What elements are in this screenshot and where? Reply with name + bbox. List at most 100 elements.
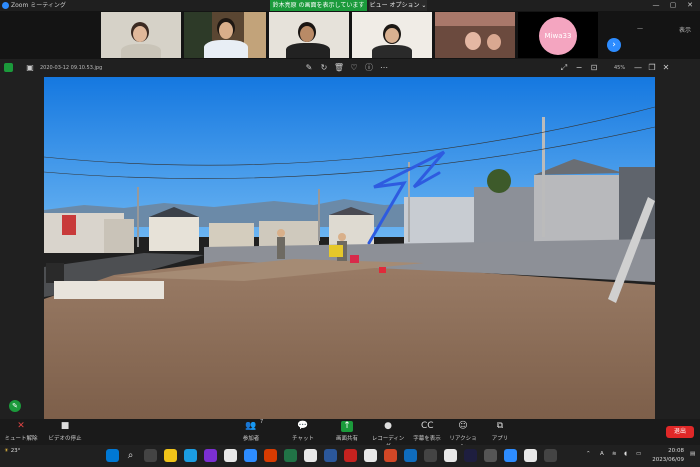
outlook-icon[interactable]	[404, 449, 417, 462]
close-viewer-icon[interactable]: ✕	[660, 62, 672, 74]
app-icon[interactable]	[484, 449, 497, 462]
chevron-right-icon[interactable]: ›	[607, 38, 621, 52]
view-options-label: ビュー オプション	[369, 2, 420, 9]
unmute-label: ミュート解除	[4, 436, 38, 442]
search-icon[interactable]: ⌕	[124, 449, 137, 462]
chrome-icon[interactable]	[364, 449, 377, 462]
speaker-icon[interactable]: ◖	[624, 451, 627, 457]
chat-icon: 💬	[297, 421, 309, 431]
weather-widget[interactable]: ☀ 23°	[4, 448, 20, 454]
weather-temp: 23°	[10, 448, 21, 454]
zoom-app-icon	[2, 2, 9, 9]
word-icon[interactable]	[324, 449, 337, 462]
view-mode-label[interactable]: 表示	[679, 25, 691, 34]
minimize-gallery-icon[interactable]: —	[637, 25, 643, 32]
captions-icon: CC	[421, 421, 434, 431]
rotate-icon[interactable]: ↻	[318, 62, 330, 74]
share-screen-icon: ↑	[341, 421, 353, 432]
video-tile[interactable]	[101, 12, 181, 58]
file-name: 2020-03-12 09.10.53.jpg	[40, 65, 103, 71]
shield-icon	[4, 63, 13, 72]
fullscreen-icon[interactable]: ⤢	[558, 62, 570, 74]
task-view-icon[interactable]	[144, 449, 157, 462]
clock-date[interactable]: 2023/06/09	[648, 457, 684, 463]
leave-button[interactable]: 退出	[666, 426, 694, 438]
chrome-icon[interactable]	[444, 449, 457, 462]
stop-video-label: ビデオの停止	[48, 436, 82, 442]
video-tile[interactable]	[435, 12, 515, 58]
app-icon[interactable]	[424, 449, 437, 462]
participants-label: 参加者	[242, 436, 260, 442]
captions-label: 字幕を表示	[413, 436, 441, 442]
notification-icon[interactable]: ▤	[690, 451, 695, 457]
wifi-icon[interactable]: ≋	[612, 451, 617, 457]
edge-icon[interactable]	[184, 449, 197, 462]
battery-icon[interactable]: ▭	[636, 451, 641, 457]
sun-icon: ☀	[4, 448, 9, 454]
delete-icon[interactable]: 🗑	[333, 62, 345, 74]
apps-label: アプリ	[491, 436, 509, 442]
minimize-button[interactable]: —	[648, 0, 664, 11]
clock-time[interactable]: 20:08	[652, 448, 684, 454]
apps-button[interactable]: ⧉ アプリ	[487, 421, 513, 442]
view-options-button[interactable]: ビュー オプション ⌄	[369, 0, 427, 11]
shared-photo	[44, 77, 655, 419]
app-icon[interactable]	[344, 449, 357, 462]
file-explorer-icon[interactable]	[164, 449, 177, 462]
minimize-viewer-icon[interactable]: —	[632, 62, 644, 74]
stop-video-button[interactable]: ■ ビデオの停止	[44, 421, 86, 442]
edit-icon[interactable]: ✎	[303, 62, 315, 74]
restore-viewer-icon[interactable]: ❐	[646, 62, 658, 74]
participants-icon: 👥	[245, 421, 257, 431]
share-screen-label: 画面共有	[335, 436, 358, 442]
zoom-out-icon[interactable]: −	[573, 62, 585, 74]
participant-name: Miwa33	[539, 17, 577, 55]
chrome-icon[interactable]	[224, 449, 237, 462]
app-icon[interactable]	[464, 449, 477, 462]
video-tile[interactable]	[352, 12, 432, 58]
video-gallery: Miwa33 › — 表示	[0, 11, 700, 59]
video-tile[interactable]	[184, 12, 266, 58]
share-screen-button[interactable]: ↑ 画面共有	[332, 421, 362, 442]
chrome-icon[interactable]	[304, 449, 317, 462]
more-icon[interactable]: ⋯	[378, 62, 390, 74]
chat-button[interactable]: 💬 チャット	[286, 421, 320, 442]
captions-button[interactable]: CC 字幕を表示	[410, 421, 444, 442]
video-camera-icon: ■	[60, 421, 70, 431]
participants-button[interactable]: 👥 参加者	[233, 421, 269, 442]
language-indicator[interactable]: A	[600, 451, 604, 457]
chat-label: チャット	[292, 436, 314, 442]
powerpoint-icon[interactable]	[384, 449, 397, 462]
favorite-icon[interactable]: ♡	[348, 62, 360, 74]
record-icon: ●	[384, 421, 392, 431]
windows-taskbar: ☀ 23° ⌕ ⌃ A ≋ ◖ ▭ 20:08 2023/06/09 ▤	[0, 445, 700, 467]
info-icon[interactable]: ⓘ	[363, 62, 375, 74]
meeting-controls: ✕ ミュート解除 ■ ビデオの停止 👥 参加者 7 💬 チャット ↑ 画面共有 ● レコーデ…	[0, 419, 700, 450]
zoom-taskbar-icon[interactable]	[504, 449, 517, 462]
chrome-icon[interactable]	[524, 449, 537, 462]
office-icon[interactable]	[264, 449, 277, 462]
gallery-controls[interactable]: — 表示	[637, 25, 697, 35]
name-tile[interactable]: Miwa33	[518, 12, 598, 58]
gallery-icon[interactable]: ▣	[24, 62, 36, 74]
annotate-pen-icon[interactable]: ✎	[9, 400, 21, 412]
participants-count: 7	[260, 419, 264, 425]
chevron-up-icon[interactable]: ⌃	[586, 451, 591, 457]
apps-icon: ⧉	[496, 421, 504, 431]
video-tile[interactable]	[269, 12, 349, 58]
start-icon[interactable]	[106, 449, 119, 462]
messenger-icon[interactable]	[204, 449, 217, 462]
unmute-button[interactable]: ✕ ミュート解除	[4, 421, 38, 442]
zoom-taskbar-icon[interactable]	[244, 449, 257, 462]
system-tray: ⌃ A ≋ ◖ ▭ 20:08 2023/06/09 ▤	[586, 445, 700, 467]
window-titlebar: Zoom ミーティング 鈴木亮原 の画面を表示しています ビュー オプション ⌄…	[0, 0, 700, 11]
close-button[interactable]: ✕	[682, 0, 698, 11]
mic-muted-icon: ✕	[17, 421, 25, 431]
app-icon[interactable]	[544, 449, 557, 462]
zoom-level: 45%	[614, 65, 626, 71]
zoom-fit-icon[interactable]: ⊡	[588, 62, 600, 74]
excel-icon[interactable]	[284, 449, 297, 462]
reaction-icon: ☺	[458, 421, 468, 431]
maximize-button[interactable]: ▢	[665, 0, 681, 11]
share-banner: 鈴木亮原 の画面を表示しています	[270, 0, 367, 11]
